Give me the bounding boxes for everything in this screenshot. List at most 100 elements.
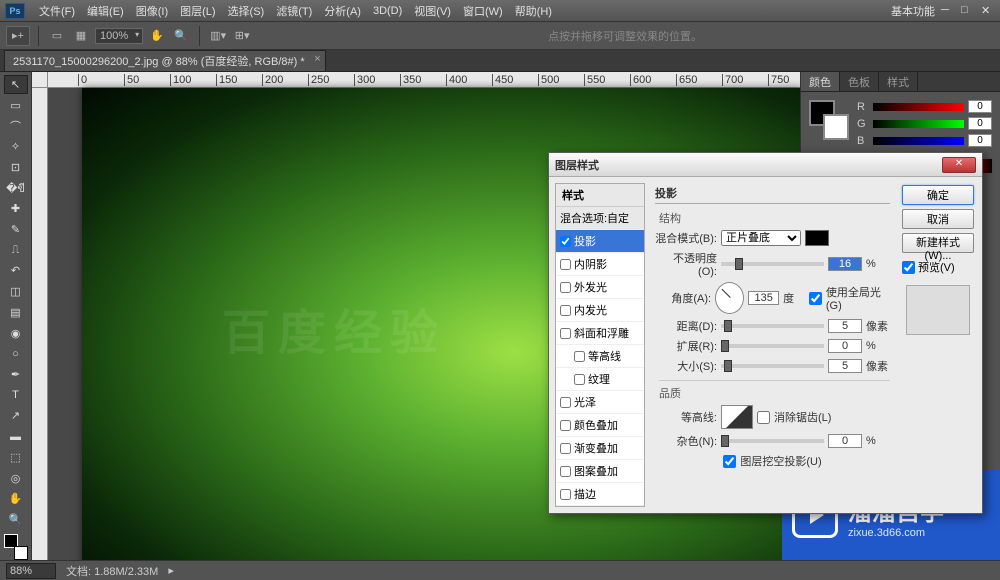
close-icon[interactable]: ✕ bbox=[981, 4, 995, 18]
marquee-tool[interactable]: ▭ bbox=[4, 96, 28, 115]
minimize-icon[interactable]: ─ bbox=[941, 4, 955, 18]
g-value[interactable]: 0 bbox=[968, 117, 992, 130]
style-inner-glow[interactable]: 内发光 bbox=[556, 299, 644, 322]
shadow-color-swatch[interactable] bbox=[805, 230, 829, 246]
wand-tool[interactable]: ✧ bbox=[4, 137, 28, 156]
size-input[interactable]: 5 bbox=[828, 359, 862, 373]
screen-mode-icon[interactable]: ▦ bbox=[71, 26, 91, 46]
menu-window[interactable]: 窗口(W) bbox=[457, 3, 509, 19]
dodge-tool[interactable]: ○ bbox=[4, 344, 28, 363]
view-extras-icon[interactable]: ▥▾ bbox=[208, 26, 228, 46]
options-hint: 点按并拖移可调整效果的位置。 bbox=[256, 28, 994, 44]
style-color-overlay[interactable]: 颜色叠加 bbox=[556, 414, 644, 437]
gradient-tool[interactable]: ▤ bbox=[4, 303, 28, 322]
heal-tool[interactable]: ✚ bbox=[4, 199, 28, 218]
menu-filter[interactable]: 滤镜(T) bbox=[270, 3, 318, 19]
style-drop-shadow[interactable]: 投影 bbox=[556, 230, 644, 253]
workspace-label[interactable]: 基本功能 bbox=[891, 3, 935, 19]
stamp-tool[interactable]: ⎍ bbox=[4, 241, 28, 260]
eyedropper-tool[interactable]: �ขี bbox=[4, 179, 28, 198]
knockout-checkbox[interactable] bbox=[723, 455, 736, 468]
zoom-field[interactable]: 88% bbox=[6, 563, 56, 579]
type-tool[interactable]: T bbox=[4, 386, 28, 405]
3d-camera-tool[interactable]: ◎ bbox=[4, 469, 28, 488]
menu-3d[interactable]: 3D(D) bbox=[367, 5, 408, 17]
blend-options-row[interactable]: 混合选项:自定 bbox=[556, 207, 644, 230]
style-outer-glow[interactable]: 外发光 bbox=[556, 276, 644, 299]
color-swatch[interactable] bbox=[809, 100, 849, 140]
tab-styles[interactable]: 样式 bbox=[879, 72, 918, 91]
style-pattern-overlay[interactable]: 图案叠加 bbox=[556, 460, 644, 483]
doc-layout-icon[interactable]: ▭ bbox=[47, 26, 67, 46]
menu-file[interactable]: 文件(F) bbox=[33, 3, 81, 19]
menu-view[interactable]: 视图(V) bbox=[408, 3, 457, 19]
path-tool[interactable]: ↗ bbox=[4, 407, 28, 426]
tab-close-icon[interactable]: × bbox=[314, 53, 320, 65]
global-light-checkbox[interactable] bbox=[809, 292, 822, 305]
eraser-tool[interactable]: ◫ bbox=[4, 282, 28, 301]
spread-slider[interactable] bbox=[721, 344, 824, 348]
menu-layer[interactable]: 图层(L) bbox=[174, 3, 221, 19]
b-value[interactable]: 0 bbox=[968, 134, 992, 147]
blend-mode-select[interactable]: 正片叠底 bbox=[721, 230, 801, 246]
move-tool[interactable]: ↖ bbox=[4, 75, 28, 94]
r-slider[interactable] bbox=[873, 103, 964, 111]
style-inner-shadow[interactable]: 内阴影 bbox=[556, 253, 644, 276]
ruler-vertical[interactable] bbox=[32, 88, 48, 560]
zoom-select[interactable]: 100% bbox=[95, 28, 143, 44]
style-gradient-overlay[interactable]: 渐变叠加 bbox=[556, 437, 644, 460]
ruler-horizontal[interactable]: 0 50 100 150 200 250 300 350 400 450 500… bbox=[48, 72, 800, 88]
spread-input[interactable]: 0 bbox=[828, 339, 862, 353]
new-style-button[interactable]: 新建样式(W)... bbox=[902, 233, 974, 253]
blur-tool[interactable]: ◉ bbox=[4, 324, 28, 343]
b-slider[interactable] bbox=[873, 137, 964, 145]
dialog-titlebar[interactable]: 图层样式 ✕ bbox=[549, 153, 982, 177]
contour-picker[interactable] bbox=[721, 405, 753, 429]
document-tab[interactable]: 2531170_15000296200_2.jpg @ 88% (百度经验, R… bbox=[4, 50, 326, 71]
preview-checkbox[interactable] bbox=[902, 261, 915, 274]
tab-color[interactable]: 颜色 bbox=[801, 72, 840, 91]
menu-image[interactable]: 图像(I) bbox=[130, 3, 174, 19]
hand-icon[interactable]: ✋ bbox=[147, 26, 167, 46]
opacity-slider[interactable] bbox=[721, 262, 824, 266]
brush-tool[interactable]: ✎ bbox=[4, 220, 28, 239]
arrange-icon[interactable]: ⊞▾ bbox=[232, 26, 252, 46]
opacity-input[interactable]: 16 bbox=[828, 257, 862, 271]
shape-tool[interactable]: ▬ bbox=[4, 427, 28, 446]
style-stroke[interactable]: 描边 bbox=[556, 483, 644, 506]
noise-input[interactable]: 0 bbox=[828, 434, 862, 448]
style-contour[interactable]: 等高线 bbox=[556, 345, 644, 368]
3d-tool[interactable]: ⬚ bbox=[4, 448, 28, 467]
crop-tool[interactable]: ⊡ bbox=[4, 158, 28, 177]
ok-button[interactable]: 确定 bbox=[902, 185, 974, 205]
zoom-icon[interactable]: 🔍 bbox=[171, 26, 191, 46]
zoom-tool[interactable]: 🔍 bbox=[4, 510, 28, 529]
angle-dial[interactable] bbox=[715, 282, 744, 314]
move-tool-icon[interactable]: ▸+ bbox=[6, 26, 30, 46]
fg-bg-swatch[interactable] bbox=[4, 534, 28, 560]
g-slider[interactable] bbox=[873, 120, 964, 128]
distance-slider[interactable] bbox=[721, 324, 824, 328]
dialog-close-button[interactable]: ✕ bbox=[942, 157, 976, 173]
r-value[interactable]: 0 bbox=[968, 100, 992, 113]
style-texture[interactable]: 纹理 bbox=[556, 368, 644, 391]
pen-tool[interactable]: ✒ bbox=[4, 365, 28, 384]
hand-tool[interactable]: ✋ bbox=[4, 490, 28, 509]
distance-input[interactable]: 5 bbox=[828, 319, 862, 333]
lasso-tool[interactable]: ⌒ bbox=[4, 117, 28, 136]
history-brush-tool[interactable]: ↶ bbox=[4, 262, 28, 281]
menu-analysis[interactable]: 分析(A) bbox=[318, 3, 367, 19]
menu-select[interactable]: 选择(S) bbox=[222, 3, 271, 19]
noise-slider[interactable] bbox=[721, 439, 824, 443]
menu-help[interactable]: 帮助(H) bbox=[509, 3, 558, 19]
style-satin[interactable]: 光泽 bbox=[556, 391, 644, 414]
style-bevel[interactable]: 斜面和浮雕 bbox=[556, 322, 644, 345]
size-slider[interactable] bbox=[721, 364, 824, 368]
antialias-checkbox[interactable] bbox=[757, 411, 770, 424]
tab-swatches[interactable]: 色板 bbox=[840, 72, 879, 91]
angle-input[interactable]: 135 bbox=[748, 291, 779, 305]
cancel-button[interactable]: 取消 bbox=[902, 209, 974, 229]
menu-edit[interactable]: 编辑(E) bbox=[81, 3, 130, 19]
doc-info-chevron-icon[interactable]: ▸ bbox=[168, 564, 174, 577]
maximize-icon[interactable]: □ bbox=[961, 4, 975, 18]
